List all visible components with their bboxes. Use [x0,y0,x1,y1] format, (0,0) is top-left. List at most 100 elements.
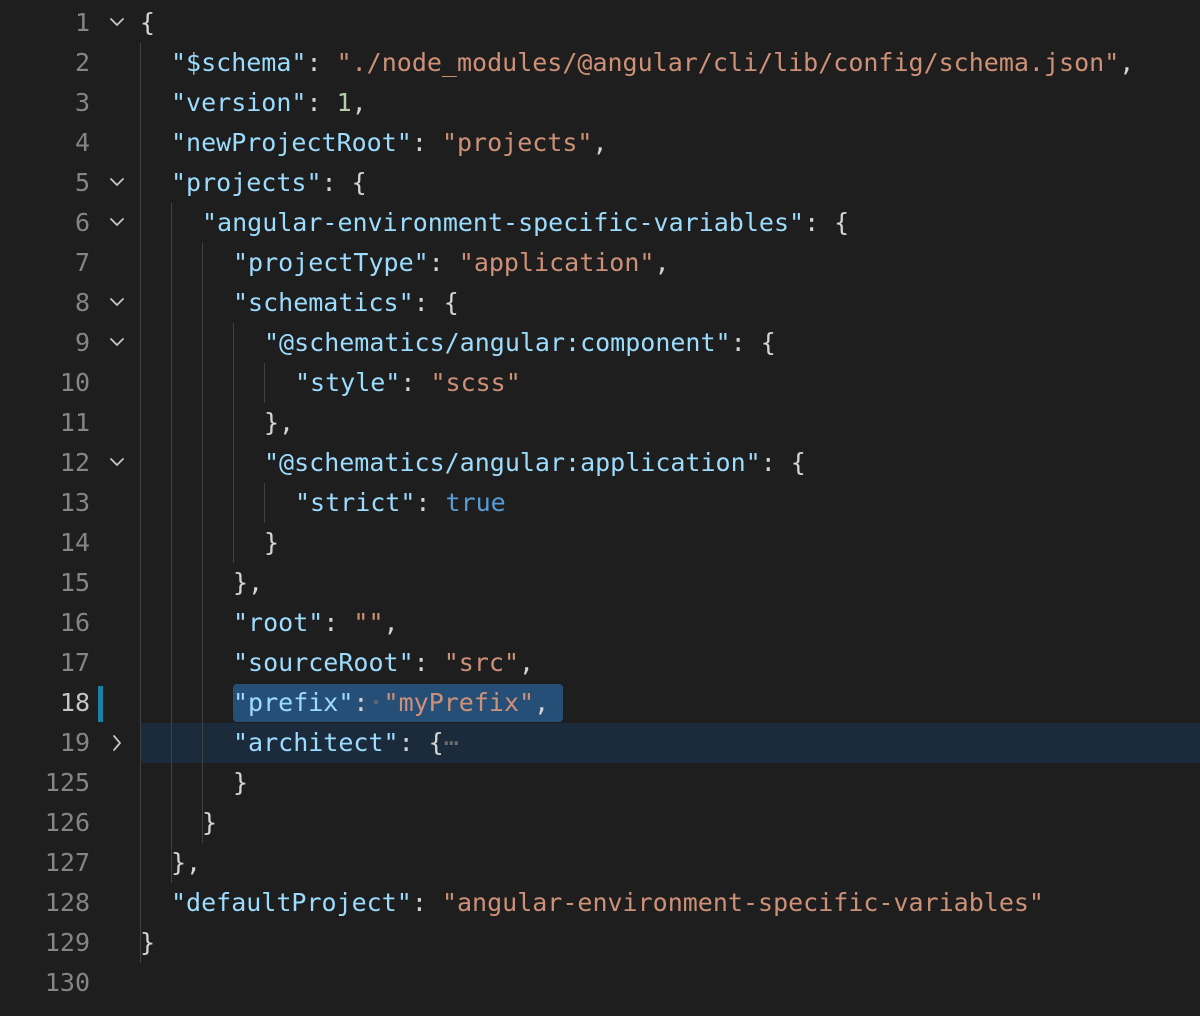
code-line[interactable]: 128 "defaultProject": "angular-environmen… [0,883,1200,923]
code-line[interactable]: 11}, [0,403,1200,443]
code-line[interactable]: 2 "$schema": "./node_modules/@angular/cli… [0,43,1200,83]
punctuation: , [654,248,670,277]
code-line[interactable]: 18 "prefix":·"myPrefix", [0,683,1200,723]
chevron-right-icon[interactable] [103,723,133,763]
punctuation: : [415,488,446,517]
line-number: 12 [59,448,90,477]
punctuation: , [519,648,535,677]
line-number: 6 [74,208,90,237]
line-number: 7 [74,248,90,277]
punctuation: } [202,808,218,837]
code-line[interactable]: 6 "angular-environment-specific-variables… [0,203,1200,243]
code-line[interactable]: 129} [0,923,1200,963]
chevron-down-icon[interactable] [103,203,133,243]
punctuation: { [140,8,156,37]
code-text: } [140,923,155,963]
punctuation: } [264,528,280,557]
json-key: "projects" [171,168,322,197]
code-text: { [140,3,155,43]
code-line[interactable]: 3 "version": 1, [0,83,1200,123]
code-text: } [202,803,217,843]
chevron-down-icon[interactable] [103,443,133,483]
chevron-down-icon[interactable] [103,323,133,363]
json-key: "@schematics/angular:application" [264,448,761,477]
code-line[interactable]: 14} [0,523,1200,563]
line-number: 10 [59,368,90,397]
punctuation: , [1119,48,1135,77]
line-number: 9 [74,328,90,357]
code-line[interactable]: 125} [0,763,1200,803]
code-line[interactable]: 10 "style": "scss" [0,363,1200,403]
punctuation: , [383,608,399,637]
punctuation: , [534,688,550,717]
code-line[interactable]: 15}, [0,563,1200,603]
chevron-down-icon[interactable] [103,163,133,203]
code-line[interactable]: 5 "projects": { [0,163,1200,203]
code-text: "strict": true [295,483,506,523]
json-string: "angular-environment-specific-variables" [441,888,1044,917]
code-line[interactable]: 130 [0,963,1200,1003]
json-string: "projects" [441,128,593,157]
json-key: "prefix" [233,688,354,717]
chevron-down-icon[interactable] [103,3,133,43]
json-key: "style" [295,368,401,397]
whitespace-marker: ⋯ [443,728,459,757]
code-text: "projects": { [171,163,367,203]
code-line[interactable]: 126} [0,803,1200,843]
punctuation: : { [321,168,367,197]
punctuation: : { [730,328,776,357]
punctuation: : { [413,288,459,317]
json-string: "./node_modules/@angular/cli/lib/config/… [336,48,1120,77]
json-boolean: true [445,488,506,517]
line-number: 13 [59,488,90,517]
code-line[interactable]: 17 "sourceRoot": "src", [0,643,1200,683]
line-number: 16 [59,608,90,637]
code-text: "style": "scss" [295,363,521,403]
line-number: 2 [74,48,90,77]
punctuation: : [411,888,442,917]
code-text: "version": 1, [171,83,367,123]
json-key: "sourceRoot" [233,648,414,677]
line-number: 128 [44,888,90,917]
code-text: "@schematics/angular:application": { [264,443,806,483]
code-line[interactable]: 4 "newProjectRoot": "projects", [0,123,1200,163]
json-string: "myPrefix" [383,688,535,717]
code-text: } [264,523,279,563]
code-editor[interactable]: 1{2 "$schema": "./node_modules/@angular/c… [0,0,1200,1016]
code-text: "projectType": "application", [233,243,670,283]
line-number: 129 [44,928,90,957]
line-number: 1 [74,8,90,37]
chevron-down-icon[interactable] [103,283,133,323]
code-line[interactable]: 9 "@schematics/angular:component": { [0,323,1200,363]
json-key: "root" [233,608,324,637]
code-text: "root": "", [233,603,399,643]
code-line[interactable]: 127}, [0,843,1200,883]
json-key: "architect" [233,728,399,757]
code-line[interactable]: 16 "root": "", [0,603,1200,643]
code-text: "newProjectRoot": "projects", [171,123,608,163]
json-key: "projectType" [233,248,429,277]
code-text: }, [264,403,294,443]
code-line[interactable]: 1{ [0,3,1200,43]
code-text: } [233,763,248,803]
json-key: "version" [171,88,307,117]
json-key: "@schematics/angular:component" [264,328,731,357]
json-key: "newProjectRoot" [171,128,412,157]
punctuation: : [306,88,337,117]
json-key: "defaultProject" [171,888,412,917]
code-line[interactable]: 8 "schematics": { [0,283,1200,323]
punctuation: }, [171,848,202,877]
line-number: 11 [59,408,90,437]
punctuation: } [233,768,249,797]
code-line[interactable]: 7 "projectType": "application", [0,243,1200,283]
code-line[interactable]: 19 "architect": {⋯ [0,723,1200,763]
punctuation: : { [760,448,806,477]
code-line[interactable]: 13 "strict": true [0,483,1200,523]
line-number: 5 [74,168,90,197]
punctuation: } [140,928,156,957]
code-line[interactable]: 12 "@schematics/angular:application": { [0,443,1200,483]
json-key: "schematics" [233,288,414,317]
line-number: 4 [74,128,90,157]
code-text: "@schematics/angular:component": { [264,323,776,363]
line-number: 125 [44,768,90,797]
